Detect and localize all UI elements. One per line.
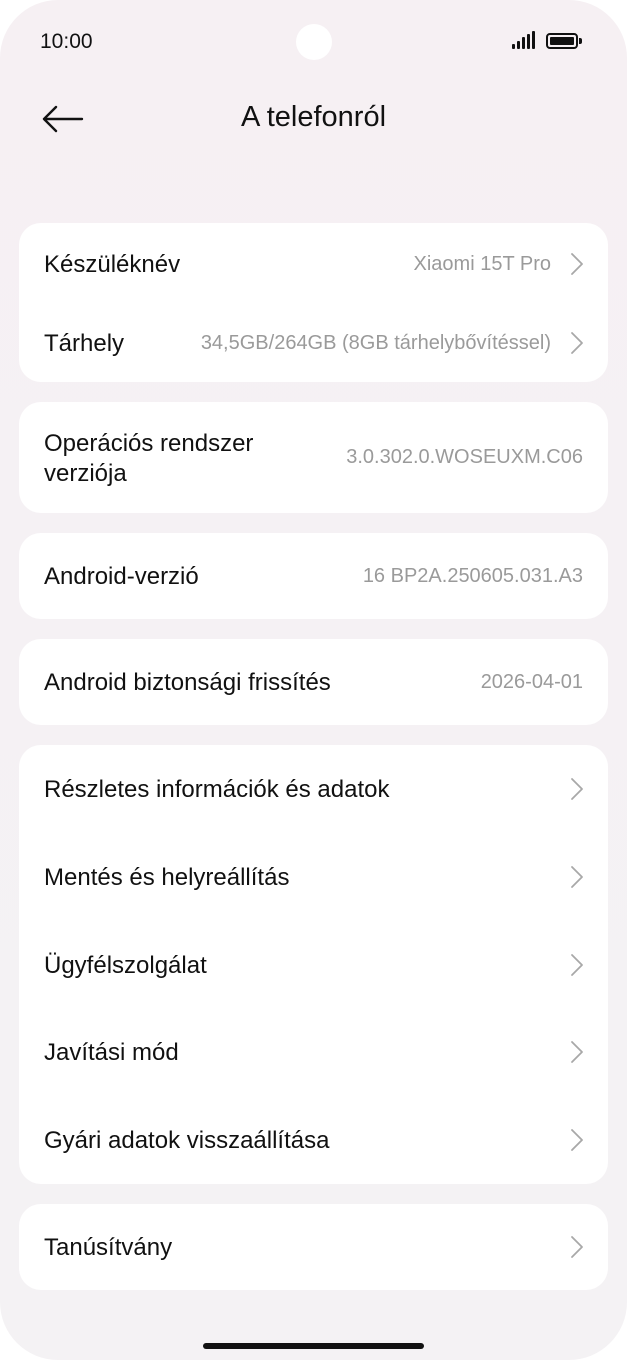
os-version-label-line2: verziója — [44, 460, 127, 487]
device-name-value: Xiaomi 15T Pro — [413, 253, 551, 275]
menu-item-customer-service[interactable]: Ügyfélszolgálat — [19, 921, 608, 1008]
chevron-right-icon — [571, 1041, 583, 1063]
android-version-label: Android-verzió — [44, 563, 199, 590]
menu-item-label: Ügyfélszolgálat — [44, 952, 207, 979]
security-patch-row: Android biztonsági frissítés 2026-04-01 — [19, 639, 608, 725]
menu-item-repair-mode[interactable]: Javítási mód — [19, 1008, 608, 1096]
certification-card: Tanúsítvány — [19, 1204, 608, 1290]
chevron-right-icon — [571, 866, 583, 888]
android-version-card: Android-verzió 16 BP2A.250605.031.A3 — [19, 533, 608, 619]
security-patch-card: Android biztonsági frissítés 2026-04-01 — [19, 639, 608, 725]
os-version-row: Operációs rendszer verziója 3.0.302.0.WO… — [19, 402, 608, 513]
os-version-card: Operációs rendszer verziója 3.0.302.0.WO… — [19, 402, 608, 513]
storage-value: 34,5GB/264GB (8GB tárhelybővítéssel) — [200, 332, 551, 354]
os-version-label: Operációs rendszer verziója — [44, 429, 253, 489]
front-camera — [296, 24, 332, 60]
device-name-row[interactable]: Készüléknév Xiaomi 15T Pro — [19, 223, 608, 305]
chevron-right-icon — [571, 1129, 583, 1151]
menu-item-label: Mentés és helyreállítás — [44, 864, 290, 891]
chevron-right-icon — [571, 253, 583, 275]
certification-row[interactable]: Tanúsítvány — [19, 1204, 608, 1290]
device-name-label: Készüléknév — [44, 251, 181, 278]
page-title: A telefonról — [240, 101, 387, 133]
phone-screen: 10:00 A telefonról Készüléknév Xiaomi 15… — [0, 0, 627, 1360]
security-patch-value: 2026-04-01 — [480, 671, 583, 693]
device-info-card: Készüléknév Xiaomi 15T Pro Tárhely 34,5G… — [19, 223, 608, 382]
menu-item-label: Gyári adatok visszaállítása — [44, 1127, 330, 1154]
certification-label: Tanúsítvány — [44, 1234, 173, 1261]
os-version-value: 3.0.302.0.WOSEUXM.C06 — [346, 446, 583, 468]
chevron-right-icon — [571, 1236, 583, 1258]
status-time: 10:00 — [40, 30, 93, 53]
menu-item-factory-reset[interactable]: Gyári adatok visszaállítása — [19, 1096, 608, 1184]
security-patch-label: Android biztonsági frissítés — [44, 669, 331, 696]
status-bar: 10:00 — [0, 0, 627, 80]
menu-item-backup-restore[interactable]: Mentés és helyreállítás — [19, 833, 608, 921]
storage-row[interactable]: Tárhely 34,5GB/264GB (8GB tárhelybővítés… — [19, 305, 608, 382]
more-options-card: Részletes információk és adatok Mentés é… — [19, 745, 608, 1184]
home-indicator[interactable] — [203, 1343, 424, 1349]
chevron-right-icon — [571, 332, 583, 354]
chevron-right-icon — [571, 778, 583, 800]
menu-item-detailed-info[interactable]: Részletes információk és adatok — [19, 745, 608, 833]
storage-label: Tárhely — [44, 330, 125, 357]
menu-item-label: Részletes információk és adatok — [44, 776, 390, 803]
chevron-right-icon — [571, 954, 583, 976]
battery-full-icon — [546, 33, 582, 49]
menu-item-label: Javítási mód — [44, 1039, 179, 1066]
signal-bars-icon — [512, 31, 536, 49]
android-version-value: 16 BP2A.250605.031.A3 — [362, 565, 583, 587]
os-version-label-line1: Operációs rendszer — [44, 430, 254, 457]
android-version-row: Android-verzió 16 BP2A.250605.031.A3 — [19, 533, 608, 619]
